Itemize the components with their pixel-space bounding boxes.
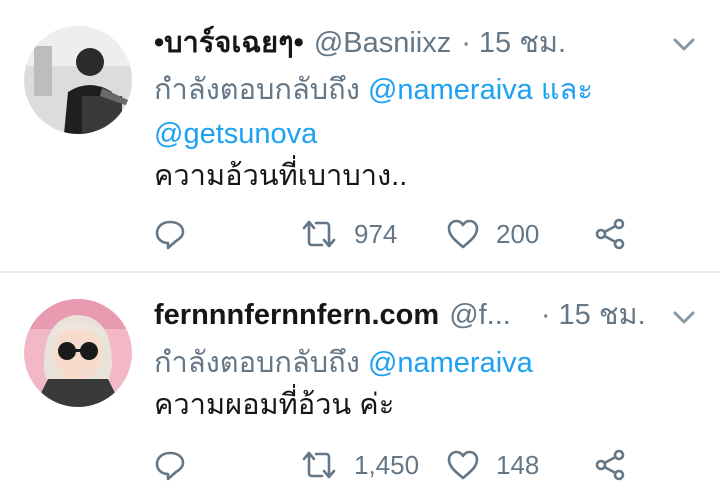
heart-icon [447,450,479,480]
replying-to: กำลังตอบกลับถึง @nameraiva และ @getsunov… [154,68,660,156]
display-name[interactable]: fernnnfernnfern.com [154,297,439,333]
chevron-down-icon[interactable] [670,30,698,58]
display-name[interactable]: •บาร์จเฉยๆ• [154,25,304,61]
share-icon [595,218,625,250]
tweet[interactable]: •บาร์จเฉยๆ• @Basniixz · 15 ชม. กำลังตอบก… [0,0,720,271]
tweet-text: ความอ้วนที่เบาบาง.. [154,160,408,192]
reply-prefix: กำลังตอบกลับถึง [154,74,360,106]
mention-link[interactable]: @getsunova [154,118,317,150]
reply-button[interactable] [154,214,186,254]
heart-icon [447,219,479,249]
retweet-count: 974 [354,218,398,249]
separator-dot: · [461,27,471,59]
retweet-icon [302,220,336,248]
reply-button[interactable] [154,445,186,485]
like-button[interactable]: 200 [446,214,539,254]
like-count: 200 [496,218,540,249]
user-handle[interactable]: @Basniixz [314,25,451,61]
share-button[interactable] [594,214,626,254]
like-count: 148 [496,449,540,480]
timestamp[interactable]: 15 ชม. [559,297,646,333]
avatar[interactable] [24,299,132,407]
tweet-actions: 974 200 [154,214,654,254]
user-handle[interactable]: @f... [449,297,511,333]
retweet-icon [302,451,336,479]
retweet-count: 1,450 [354,449,420,480]
like-button[interactable]: 148 [446,445,539,485]
tweet[interactable]: fernnnfernnfern.com @f... · 15 ชม. กำลัง… [0,273,720,488]
retweet-button[interactable]: 1,450 [300,445,419,485]
reply-joiner: และ [540,74,593,106]
tweet-actions: 1,450 148 [154,445,654,485]
reply-icon [155,451,185,481]
mention-link[interactable]: @nameraiva [368,74,533,106]
timestamp[interactable]: 15 ชม. [479,25,566,61]
share-icon [595,449,625,481]
chevron-down-icon[interactable] [670,303,698,331]
avatar[interactable] [24,26,132,134]
share-button[interactable] [594,445,626,485]
replying-to: กำลังตอบกลับถึง @nameraiva [154,341,660,385]
mention-link[interactable]: @nameraiva [368,347,533,379]
retweet-button[interactable]: 974 [300,214,397,254]
reply-icon [155,220,185,250]
tweet-text: ความผอมที่อ้วน ค่ะ [154,389,395,421]
tweet-header: fernnnfernnfern.com @f... · 15 ชม. [154,297,650,333]
reply-prefix: กำลังตอบกลับถึง [154,347,360,379]
separator-dot: · [540,299,551,331]
